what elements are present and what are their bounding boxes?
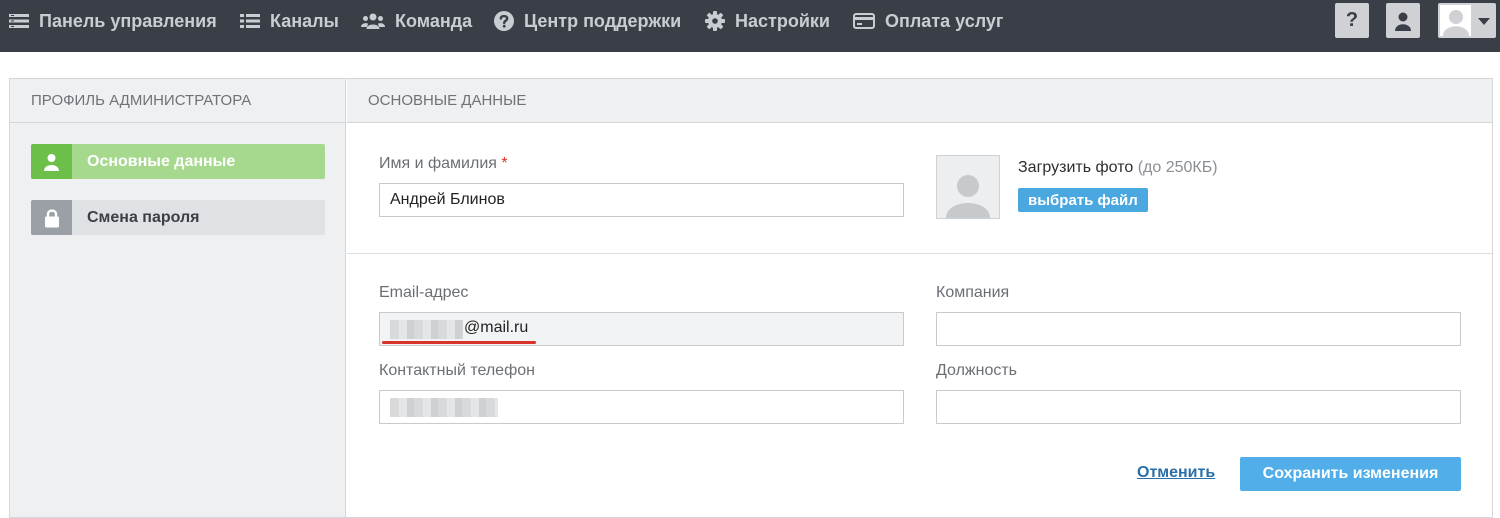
- cancel-link[interactable]: Отменить: [1137, 464, 1215, 482]
- company-input[interactable]: [936, 312, 1461, 346]
- lock-icon: [44, 208, 59, 227]
- name-label-text: Имя и фамилия: [379, 155, 497, 172]
- upload-photo-label: Загрузить фото (до 250КБ): [1018, 159, 1218, 177]
- nav-item-billing[interactable]: Оплата услуг: [853, 0, 1003, 42]
- nav-item-settings[interactable]: Настройки: [705, 0, 830, 42]
- sidebar-item-change-password[interactable]: Смена пароля: [31, 200, 325, 235]
- upload-size-hint: (до 250КБ): [1137, 159, 1218, 176]
- account-menu[interactable]: [1438, 3, 1496, 38]
- nav-item-label: Панель управления: [39, 10, 217, 31]
- save-changes-button[interactable]: Сохранить изменения: [1240, 457, 1461, 491]
- credit-card-icon: [853, 13, 875, 29]
- nav-item-team[interactable]: Команда: [361, 0, 472, 42]
- position-input[interactable]: [936, 390, 1461, 424]
- question-icon: [494, 11, 514, 31]
- user-icon: [1395, 12, 1411, 31]
- section-divider: [347, 253, 1492, 254]
- sidebar-item-label: Смена пароля: [87, 208, 200, 226]
- nav-item-channels[interactable]: Каналы: [240, 0, 339, 42]
- nav-item-support[interactable]: Центр поддержки: [494, 0, 681, 42]
- email-domain: @mail.ru: [464, 319, 529, 336]
- user-icon: [44, 153, 59, 171]
- dashboard-icon: [9, 14, 29, 28]
- redacted-phone: [390, 398, 498, 417]
- upload-photo-text: Загрузить фото: [1018, 159, 1134, 176]
- help-icon: ?: [1345, 9, 1359, 31]
- nav-item-label: Оплата услуг: [885, 10, 1004, 31]
- list-icon: [240, 14, 260, 28]
- nav-item-dashboard[interactable]: Панель управления: [9, 0, 217, 42]
- chevron-down-icon: [1478, 18, 1490, 25]
- avatar-placeholder-icon: [946, 175, 990, 218]
- top-navbar: Панель управления Каналы Команда Центр п…: [0, 0, 1500, 52]
- phone-input[interactable]: [379, 390, 904, 424]
- avatar: [1440, 5, 1471, 36]
- phone-label: Контактный телефон: [379, 362, 535, 379]
- choose-file-button[interactable]: выбрать файл: [1018, 188, 1148, 212]
- user-icon-box: [31, 144, 72, 179]
- nav-item-label: Центр поддержки: [524, 10, 682, 31]
- required-mark: *: [501, 155, 508, 172]
- highlight-underline: [382, 341, 536, 344]
- sidebar: ПРОФИЛЬ АДМИНИСТРАТОРА Основные данные С…: [10, 79, 346, 517]
- company-label: Компания: [936, 284, 1010, 301]
- sidebar-item-label: Основные данные: [87, 152, 236, 170]
- avatar-placeholder-icon: [1442, 10, 1469, 36]
- users-icon: [361, 13, 385, 29]
- content-area: ОСНОВНЫЕ ДАННЫЕ Имя и фамилия * Загрузит…: [347, 79, 1492, 517]
- nav-item-label: Каналы: [270, 10, 339, 31]
- name-input[interactable]: [379, 183, 904, 217]
- gear-icon: [705, 11, 725, 31]
- sidebar-header: ПРОФИЛЬ АДМИНИСТРАТОРА: [10, 79, 345, 123]
- help-button[interactable]: ?: [1335, 3, 1369, 38]
- content-header: ОСНОВНЫЕ ДАННЫЕ: [347, 79, 1492, 123]
- sidebar-item-basic-data[interactable]: Основные данные: [31, 144, 325, 179]
- nav-item-label: Команда: [395, 10, 473, 31]
- nav-item-label: Настройки: [735, 10, 830, 31]
- profile-panel: ПРОФИЛЬ АДМИНИСТРАТОРА Основные данные С…: [9, 78, 1493, 518]
- lock-icon-box: [31, 200, 72, 235]
- email-label: Email-адрес: [379, 284, 469, 301]
- photo-placeholder: [936, 155, 1000, 219]
- profile-button[interactable]: [1386, 3, 1420, 38]
- name-label: Имя и фамилия *: [379, 155, 508, 173]
- position-label: Должность: [936, 362, 1017, 379]
- redacted-email-name: [390, 320, 463, 339]
